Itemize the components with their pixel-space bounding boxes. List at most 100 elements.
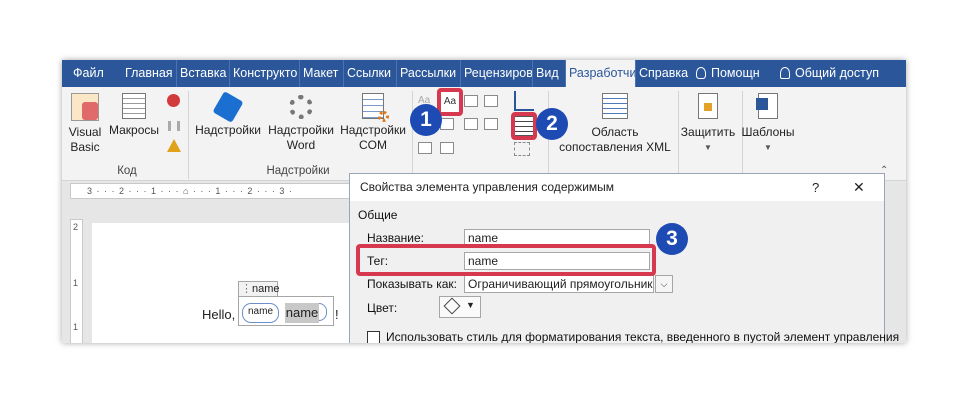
dropdown-control-icon[interactable] [464,118,478,130]
mapping-pane-label: Область [591,125,639,139]
addins-label: Надстройки [195,123,261,137]
tab-home[interactable]: Главная [122,60,176,87]
step-badge-3: 3 [656,223,688,255]
com-addins-label-2: COM [359,138,387,152]
show-as-label: Показывать как: [367,277,457,291]
word-addins-button[interactable]: Надстройки Word [265,93,337,153]
control-tag-label: name [252,283,280,295]
chevron-down-icon[interactable]: ⌵ [655,275,673,293]
repeating-section-icon[interactable] [418,142,432,154]
chevron-down-icon: ▼ [764,143,772,152]
visual-basic-label: Visual [68,125,102,139]
word-addins-label-2: Word [286,138,316,152]
name-label: Название: [367,231,424,245]
legacy-tools-icon[interactable] [440,142,454,154]
show-as-value: Ограничивающий прямоугольник [468,277,653,291]
macros-icon [122,93,146,119]
com-addins-label: Надстройки [340,123,406,137]
addins-cube-icon [212,91,244,123]
addins-button[interactable]: Надстройки [195,91,261,138]
close-button[interactable]: ✕ [853,174,865,201]
developer-ribbon: Visual Basic Макросы Код Надстройки Надс… [62,87,906,181]
visual-basic-icon [71,93,99,121]
group-separator [412,91,413,179]
building-block-control-icon[interactable] [484,95,498,107]
gear-icon [289,95,313,119]
highlight-properties [511,112,537,140]
lightbulb-icon [696,67,706,79]
pause-recording-icon[interactable] [168,121,180,131]
dialog-title-bar: Свойства элемента управления содержимым … [350,174,884,201]
handle-grip-icon: ⋮ [241,283,252,295]
highlight-text-control [437,88,463,116]
highlight-tag-field [356,244,656,276]
macros-button[interactable]: Макросы [106,93,162,138]
protect-button[interactable]: Защитить ▼ [676,93,740,155]
show-as-select[interactable]: Ограничивающий прямоугольник [464,275,654,293]
tab-references[interactable]: Ссылки [343,60,396,87]
combo-box-control-icon[interactable] [440,118,454,130]
step-badge-1: 1 [410,104,442,136]
tab-tell-me[interactable]: Помощн [696,60,778,87]
control-content[interactable]: name [285,303,319,323]
visual-basic-button[interactable]: Visual Basic [68,93,102,155]
design-mode-icon[interactable] [514,91,534,111]
chevron-down-icon: ▼ [466,300,475,310]
tab-help[interactable]: Справка [635,60,690,87]
color-label: Цвет: [367,301,398,315]
ruler-mark: 1 [73,322,79,332]
vertical-ruler[interactable]: 2 1 1 [70,219,83,343]
use-style-checkbox-label: Использовать стиль для форматирования те… [386,330,900,343]
lock-document-icon [698,93,718,119]
com-addins-icon [362,93,389,122]
ruler-mark: 2 [73,222,79,232]
start-tag-chip: name [242,303,280,323]
visual-basic-label-2: Basic [70,140,100,154]
date-picker-control-icon[interactable] [484,118,498,130]
tab-file[interactable]: Файл [70,60,116,87]
general-section-label: Общие [358,208,398,222]
protect-label: Защитить [680,125,736,139]
tab-layout[interactable]: Макет [299,60,343,87]
suffix-text: ! [335,307,339,322]
prefix-text: Hello, [202,307,236,322]
addins-group-label: Надстройки [266,165,330,177]
macros-label: Макросы [108,123,160,137]
help-button[interactable]: ? [812,174,819,201]
person-icon [780,67,790,79]
dialog-title: Свойства элемента управления содержимым [360,180,615,194]
xml-mapping-icon [602,93,628,119]
tab-insert[interactable]: Вставка [176,60,229,87]
com-addins-button[interactable]: Надстройки COM [338,93,408,153]
horizontal-ruler[interactable]: 3 · · · 2 · · · 1 · · · ⌂ · · · 1 · · · … [70,183,362,199]
mapping-pane-label-2: сопоставления XML [559,140,671,154]
use-style-checkbox[interactable] [367,331,380,343]
templates-button[interactable]: Шаблоны ▼ [738,93,798,155]
picture-control-icon[interactable] [464,95,478,107]
tell-me-label: Помощн [711,66,760,80]
chevron-down-icon: ▼ [704,143,712,152]
step-badge-2: 2 [536,108,568,140]
ribbon-tab-bar: Файл Главная Вставка Конструкто Макет Сс… [62,60,906,87]
group-separator [188,91,189,179]
content-control-tag-handle[interactable]: ⋮name [238,281,280,297]
xml-mapping-pane-button[interactable]: Область сопоставления XML [556,93,674,155]
tab-mailings[interactable]: Рассылки [396,60,460,87]
tab-developer[interactable]: Разработчи [565,60,635,87]
share-button[interactable]: Общий доступ [780,60,904,87]
record-macro-icon[interactable] [167,94,180,107]
code-group-label: Код [117,165,137,177]
tab-view[interactable]: Вид [532,60,565,87]
paint-bucket-icon [443,297,461,315]
tab-review[interactable]: Рецензиров [460,60,532,87]
document-page[interactable]: ⋮name Hello, name name ! [92,223,352,343]
ruler-mark: 1 [73,278,79,288]
word-window: Файл Главная Вставка Конструкто Макет Сс… [62,60,906,343]
color-picker-button[interactable]: ▼ [439,296,481,318]
word-template-icon [756,93,778,119]
macro-security-icon[interactable] [167,139,181,152]
group-controls-icon[interactable] [514,142,530,156]
share-label: Общий доступ [795,66,879,80]
word-addins-label: Надстройки [268,123,334,137]
tab-design[interactable]: Конструкто [229,60,299,87]
